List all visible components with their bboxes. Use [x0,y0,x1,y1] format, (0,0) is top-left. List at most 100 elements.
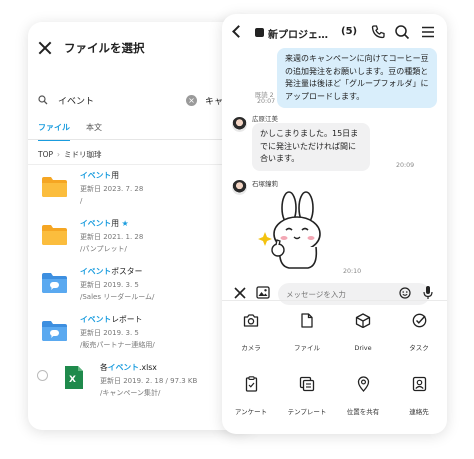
template-icon [299,376,315,392]
sender-name: 石塚鐘莉 [252,180,278,188]
file-picker-panel: ファイルを選択 × キャン ファイル 本文 TOP›ミドリ珈琲 イベント用 更新… [28,22,253,430]
file-date: 更新日 2023. 7. 28 [80,184,144,193]
contact-icon [412,376,426,392]
message-input-row [222,282,447,308]
name-highlight: イベント [80,267,112,276]
attach-drive-button[interactable]: Drive [335,313,391,354]
file-name: イベント用 [80,170,143,183]
avatar[interactable] [232,117,247,132]
file-texts: イベント用 ★ 更新日 2021. 1. 28 /パンプレット/ [80,218,143,256]
attach-label: 連絡先 [409,408,429,416]
list-item[interactable]: X 各イベント.xlsx 更新日 2019. 2. 18 / 97.3 KB /… [28,362,253,410]
breadcrumb-item-top[interactable]: TOP [38,150,53,159]
file-name: イベントポスター [80,266,154,279]
name-rest: .xlsx [138,363,157,372]
attach-location-button[interactable]: 位置を共有 [335,376,391,418]
list-item[interactable]: イベントレポート 更新日 2019. 3. 5 /販売パートナー連絡用/ [28,314,253,362]
phone-icon[interactable] [370,24,386,40]
file-texts: 各イベント.xlsx 更新日 2019. 2. 18 / 97.3 KB /キャ… [100,362,197,400]
microphone-icon[interactable] [423,285,433,300]
divider [222,300,447,301]
name-highlight: イベント [80,315,112,324]
file-path: /Sales リーダールーム/ [80,293,155,301]
file-texts: イベントポスター 更新日 2019. 3. 5 /Sales リーダールーム/ [80,266,154,304]
attach-label: テンプレート [287,408,327,416]
my-message-bubble[interactable]: 来週のキャンペーンに向けてコーヒー豆の追加発注をお願いします。豆の種類と発注量は… [277,48,437,108]
file-name: イベントレポート [80,314,155,327]
list-item[interactable]: イベントポスター 更新日 2019. 3. 5 /Sales リーダールーム/ [28,266,253,314]
message-time: 20:07 [257,98,276,105]
sticker-icon[interactable] [256,190,338,272]
menu-icon[interactable] [420,24,436,40]
divider [28,164,253,165]
name-rest: 用 [111,171,119,180]
svg-text:X: X [69,375,76,385]
folder-icon [42,177,67,197]
name-rest: 用 [111,219,119,228]
select-radio[interactable] [37,370,48,381]
attach-label: カメラ [241,344,261,352]
file-picker-header: ファイルを選択 [28,22,253,74]
folder-icon [42,225,67,245]
attach-label: 位置を共有 [346,408,380,416]
file-date: 更新日 2021. 1. 28 [80,232,144,241]
breadcrumb: TOP › ミドリ珈琲 [38,149,102,160]
location-icon [357,376,369,392]
attach-label: ファイル [294,344,320,352]
file-icon [301,313,313,328]
task-icon [412,313,426,328]
file-texts: イベント用 更新日 2023. 7. 28 / [80,170,143,208]
search-input[interactable] [58,95,178,105]
close-icon[interactable] [38,41,52,55]
back-icon[interactable] [232,25,245,38]
attach-file-button[interactable]: ファイル [279,313,335,354]
file-name: 各イベント.xlsx [100,362,197,375]
close-icon[interactable] [234,287,246,299]
clear-search-icon[interactable]: × [186,94,197,106]
name-highlight: イベント [80,171,112,180]
attach-template-button[interactable]: テンプレート [279,376,335,418]
drive-icon [355,313,371,328]
message-time: 20:09 [396,162,415,169]
chat-title: 新プロジェ… [268,30,328,41]
shared-folder-icon [42,321,67,341]
message-time: 20:10 [343,268,362,275]
breadcrumb-item-current[interactable]: ミドリ珈琲 [64,150,102,159]
member-count[interactable]: (5) [341,26,357,37]
emoji-icon[interactable] [399,287,411,299]
survey-icon [245,376,257,392]
image-icon[interactable] [256,286,270,299]
file-name: イベント用 ★ [80,218,143,231]
star-icon: ★ [121,219,129,228]
chevron-right-icon: › [57,150,61,159]
file-path: /販売パートナー連絡用/ [80,341,155,349]
search-icon [38,95,48,105]
name-rest: レポート [111,315,143,324]
file-texts: イベントレポート 更新日 2019. 3. 5 /販売パートナー連絡用/ [80,314,155,352]
shared-folder-icon [42,273,67,293]
file-date: 更新日 2019. 2. 18 / 97.3 KB [100,376,198,385]
name-highlight: イベント [80,219,112,228]
search-bar: × キャン [38,90,253,110]
attach-camera-button[interactable]: カメラ [223,313,279,354]
group-icon [255,28,264,37]
attach-survey-button[interactable]: アンケート [223,376,279,418]
file-date: 更新日 2019. 3. 5 [80,280,139,289]
list-item[interactable]: イベント用 更新日 2023. 7. 28 / [28,170,253,218]
name-prefix: 各 [100,363,108,372]
chat-header: 新プロジェ… (5) [222,14,447,52]
attach-task-button[interactable]: タスク [391,313,447,354]
attach-contact-button[interactable]: 連絡先 [391,376,447,418]
file-path: /キャンペーン集計/ [100,389,161,397]
file-path: /パンプレット/ [80,245,127,253]
file-path: / [80,197,83,205]
excel-file-icon: X [65,366,83,389]
name-rest: ポスター [111,267,143,276]
other-message-bubble[interactable]: かしこまりました。15日までに発注いただければ間に合います。 [252,123,370,171]
attach-label: Drive [354,344,372,352]
avatar[interactable] [232,180,247,195]
attach-label: アンケート [234,408,268,416]
list-item[interactable]: イベント用 ★ 更新日 2021. 1. 28 /パンプレット/ [28,218,253,266]
search-icon[interactable] [394,24,410,40]
sender-name: 広原江美 [252,115,278,123]
